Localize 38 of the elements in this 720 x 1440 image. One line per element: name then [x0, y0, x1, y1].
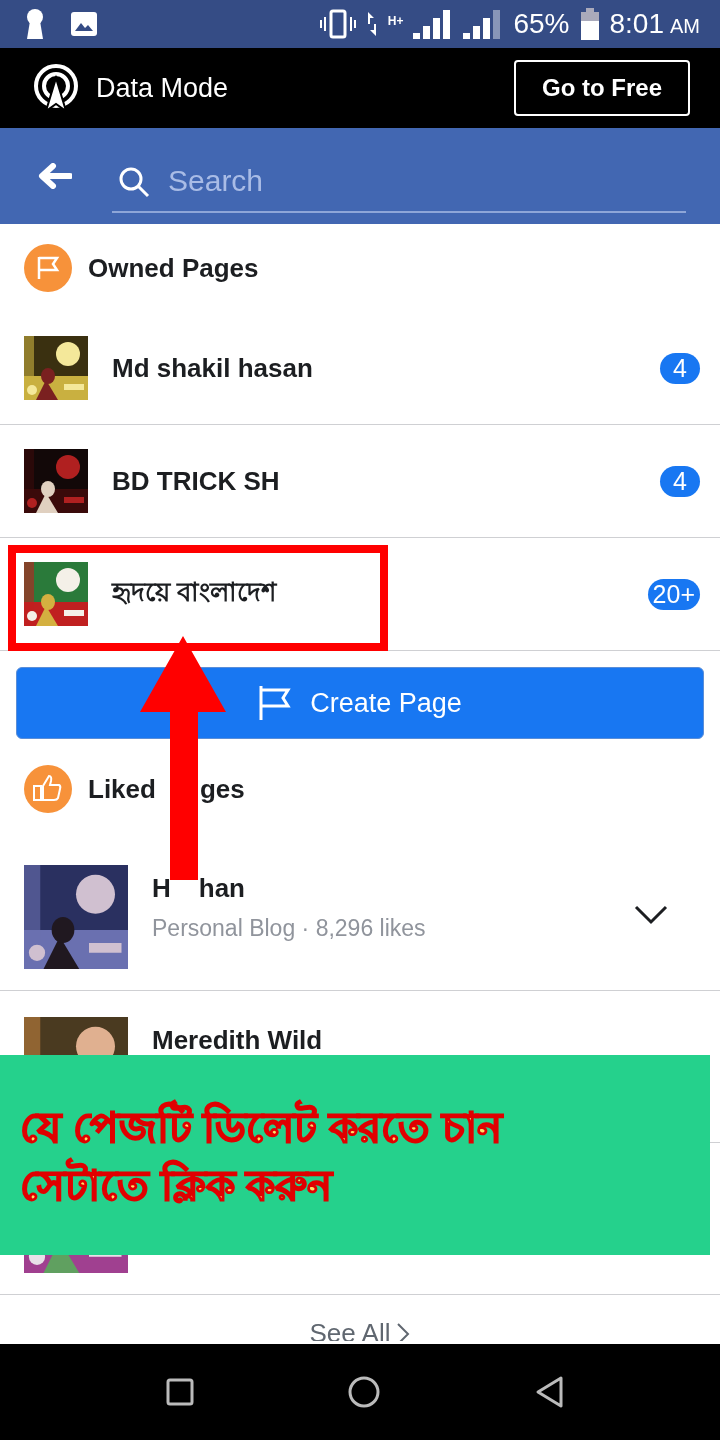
page-name[interactable]: BD TRICK SH [112, 465, 660, 497]
notification-count: 20+ [647, 578, 700, 610]
home-icon[interactable] [347, 1375, 381, 1409]
data-mode-label: Data Mode [96, 72, 230, 104]
thumbs-up-icon [24, 765, 72, 813]
flag-icon [24, 244, 72, 292]
battery-percent: 65% [513, 8, 570, 40]
notification-count: 4 [660, 352, 700, 384]
search-icon [118, 166, 150, 198]
battery-icon [579, 8, 600, 40]
page-name[interactable]: হৃদয়ে বাংলাদেশ [112, 572, 648, 616]
broadcast-icon [32, 64, 80, 112]
data-arrows-icon [365, 10, 378, 38]
recent-apps-icon[interactable] [166, 1378, 195, 1406]
page-name[interactable]: H [152, 875, 171, 901]
image-icon [70, 11, 98, 37]
chevron-down-icon[interactable] [634, 905, 668, 925]
create-page-button[interactable]: Create Page [16, 667, 704, 739]
keyhole-icon [24, 9, 46, 39]
section-title: ges [199, 773, 245, 805]
section-title: Owned Pages [88, 252, 259, 284]
notification-count: 4 [660, 465, 700, 497]
network-type: H+ [387, 14, 404, 28]
page-name[interactable]: han [198, 875, 245, 901]
vibrate-icon [319, 9, 356, 39]
page-details: Personal Blog · 8,296 likes [152, 915, 427, 942]
search-field[interactable]: Search [112, 151, 686, 213]
search-bar[interactable]: Search [0, 128, 720, 224]
instruction-text: সেটাতে ক্লিক করুন [20, 1157, 710, 1215]
flag-icon [258, 684, 293, 722]
clock: 8:01 AM [609, 8, 700, 40]
instruction-text: যে পেজটি ডিলেট করতে চান [20, 1099, 710, 1157]
back-arrow-icon[interactable] [38, 163, 72, 189]
page-name[interactable]: Meredith Wild [152, 1027, 323, 1053]
section-title: Liked [88, 773, 156, 805]
page-name[interactable]: Md shakil hasan [112, 352, 660, 384]
go-to-free-button[interactable]: Go to Free [514, 60, 690, 116]
chevron-right-icon [396, 1321, 411, 1341]
